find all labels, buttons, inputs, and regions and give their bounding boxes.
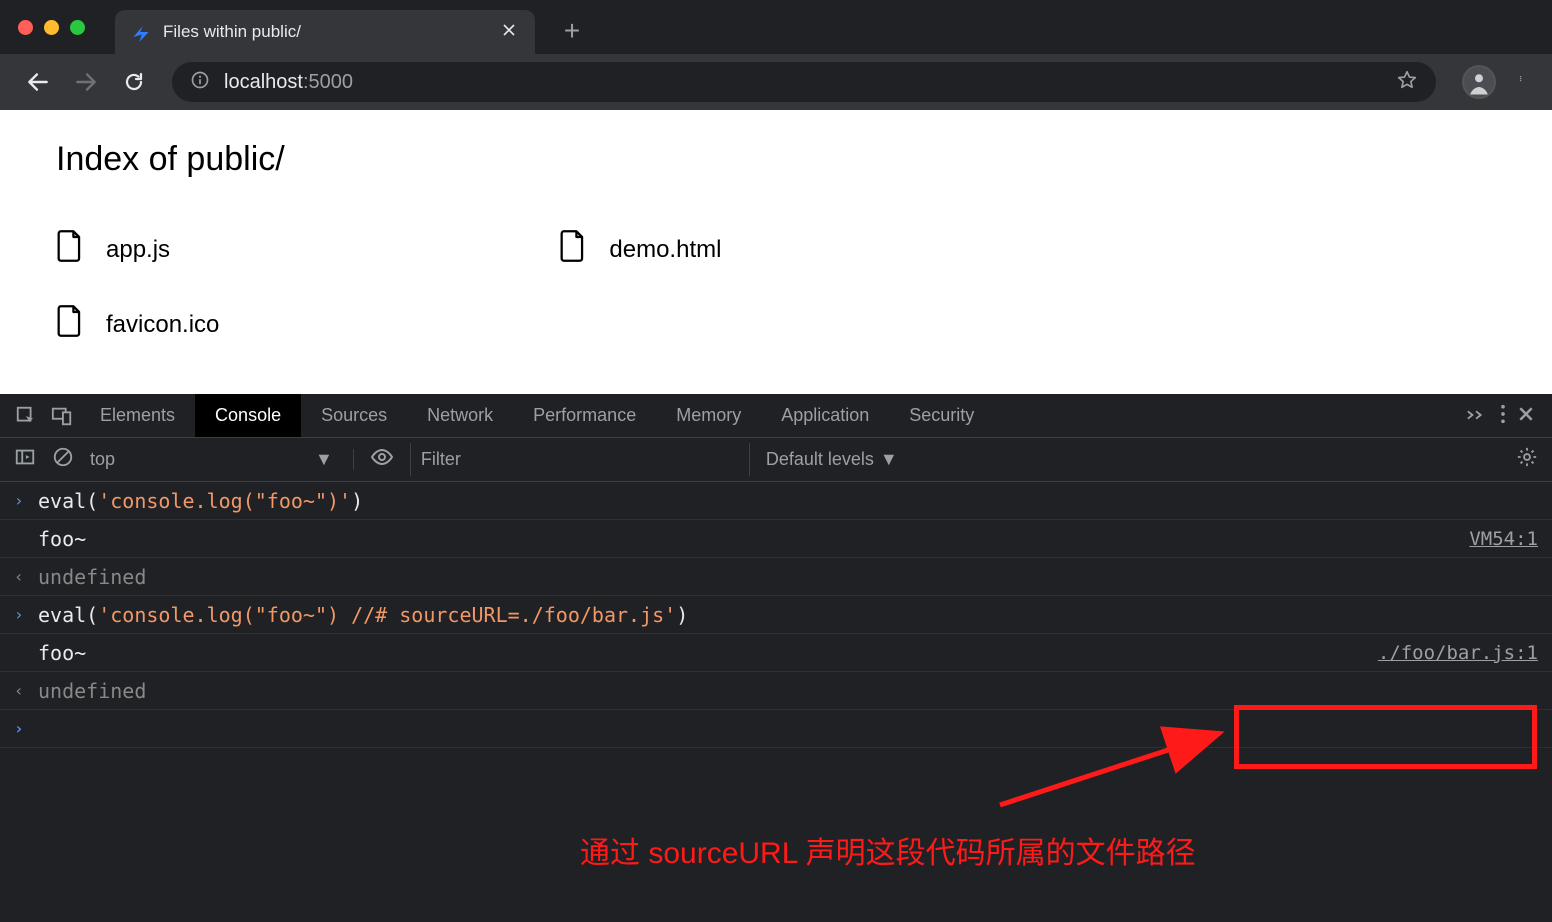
devtools-tab-security[interactable]: Security [889, 394, 994, 437]
maximize-window-button[interactable] [70, 20, 85, 35]
eye-icon [370, 445, 394, 469]
file-link[interactable]: demo.html [559, 229, 721, 270]
kebab-icon [1520, 68, 1526, 90]
log-level-select[interactable]: Default levels ▼ [766, 449, 898, 470]
close-icon [503, 24, 515, 36]
profile-avatar[interactable] [1462, 65, 1496, 99]
console-output: › eval(eval('console.log("foo~")')'conso… [0, 482, 1552, 748]
devtools-menu-button[interactable] [1500, 404, 1506, 428]
browser-chrome: Files within public/ + localhost:5000 [0, 0, 1552, 110]
devtools-tabbar: Elements Console Sources Network Perform… [0, 394, 1552, 438]
browser-menu-button[interactable] [1512, 68, 1534, 96]
page-heading: Index of public/ [56, 140, 1496, 179]
file-name: favicon.ico [106, 311, 219, 339]
console-result-row: ‹ undefined [0, 672, 1552, 710]
arrow-left-icon [25, 69, 51, 95]
console-settings-button[interactable] [1516, 446, 1538, 473]
reload-icon [122, 70, 146, 94]
console-log-text: foo~ [38, 527, 1469, 551]
console-code: eval('console.log("foo~") //# sourceURL=… [38, 603, 1538, 627]
console-sidebar-toggle[interactable] [14, 446, 36, 473]
minimize-window-button[interactable] [44, 20, 59, 35]
output-marker-icon: ‹ [14, 567, 38, 586]
tab-title: Files within public/ [163, 22, 487, 42]
clear-icon [52, 446, 74, 468]
input-marker-icon: › [14, 605, 38, 624]
more-tabs-button[interactable] [1466, 406, 1488, 425]
star-icon [1396, 69, 1418, 91]
file-link[interactable]: favicon.ico [56, 304, 219, 345]
log-source-link[interactable]: VM54:1 [1469, 528, 1538, 550]
devtools-tab-sources[interactable]: Sources [301, 394, 407, 437]
person-icon [1464, 67, 1494, 97]
tab-close-button[interactable] [499, 19, 519, 45]
console-input-row: › eval(eval('console.log("foo~")')'conso… [0, 482, 1552, 520]
site-info-icon[interactable] [190, 70, 210, 95]
address-bar[interactable]: localhost:5000 [172, 62, 1436, 102]
bookmark-button[interactable] [1396, 69, 1418, 96]
annotation-text: 通过 sourceURL 声明这段代码所属的文件路径 [580, 828, 1196, 872]
console-filter-input[interactable] [410, 443, 750, 476]
device-icon [51, 405, 73, 427]
reload-button[interactable] [114, 62, 154, 102]
tab-favicon-icon [131, 22, 151, 42]
browser-tab[interactable]: Files within public/ [115, 10, 535, 54]
prompt-marker-icon: › [14, 719, 38, 738]
file-name: app.js [106, 236, 170, 264]
devtools-tab-memory[interactable]: Memory [656, 394, 761, 437]
console-log-row: foo~ ./foo/bar.js:1 [0, 634, 1552, 672]
console-result-row: ‹ undefined [0, 558, 1552, 596]
devtools-tab-performance[interactable]: Performance [513, 394, 656, 437]
kebab-icon [1500, 404, 1506, 424]
forward-button[interactable] [66, 62, 106, 102]
console-toolbar: top ▼ Default levels ▼ [0, 438, 1552, 482]
devtools-tab-elements[interactable]: Elements [80, 394, 195, 437]
devtools-close-button[interactable] [1518, 406, 1534, 426]
console-log-row: foo~ VM54:1 [0, 520, 1552, 558]
execution-context-select[interactable]: top ▼ [90, 449, 354, 470]
inspect-icon [15, 405, 37, 427]
url-port: :5000 [303, 71, 353, 93]
devtools-tab-console[interactable]: Console [195, 394, 301, 437]
input-marker-icon: › [14, 491, 38, 510]
titlebar: Files within public/ + [0, 0, 1552, 54]
console-input-row: › eval('console.log("foo~") //# sourceUR… [0, 596, 1552, 634]
console-prompt[interactable]: › [0, 710, 1552, 748]
clear-console-button[interactable] [52, 446, 74, 473]
page-content: Index of public/ app.js favicon.ico [0, 110, 1552, 394]
console-code: eval(eval('console.log("foo~")')'console… [38, 489, 1538, 513]
window-controls [18, 20, 85, 35]
file-icon [56, 229, 84, 270]
file-link[interactable]: app.js [56, 229, 219, 270]
inspect-element-button[interactable] [8, 394, 44, 437]
browser-toolbar: localhost:5000 [0, 54, 1552, 110]
log-source-link[interactable]: ./foo/bar.js:1 [1378, 642, 1538, 664]
close-window-button[interactable] [18, 20, 33, 35]
url-text: localhost:5000 [224, 71, 353, 94]
file-listing: app.js favicon.ico demo.html [56, 229, 1496, 345]
chevron-down-icon: ▼ [315, 449, 333, 470]
live-expression-button[interactable] [370, 445, 394, 474]
close-icon [1518, 406, 1534, 422]
gear-icon [1516, 446, 1538, 468]
console-log-text: foo~ [38, 641, 1378, 665]
back-button[interactable] [18, 62, 58, 102]
sidebar-icon [14, 446, 36, 468]
devtools-tab-network[interactable]: Network [407, 394, 513, 437]
new-tab-button[interactable]: + [555, 14, 589, 48]
output-marker-icon: ‹ [14, 681, 38, 700]
url-host: localhost [224, 71, 303, 93]
devtools-panel: Elements Console Sources Network Perform… [0, 394, 1552, 748]
file-icon [56, 304, 84, 345]
devtools-tab-application[interactable]: Application [761, 394, 889, 437]
file-name: demo.html [609, 236, 721, 264]
chevron-double-right-icon [1466, 409, 1488, 421]
arrow-right-icon [73, 69, 99, 95]
file-icon [559, 229, 587, 270]
chevron-down-icon: ▼ [880, 449, 898, 470]
device-toolbar-button[interactable] [44, 394, 80, 437]
console-result-text: undefined [38, 565, 1538, 589]
console-result-text: undefined [38, 679, 1538, 703]
